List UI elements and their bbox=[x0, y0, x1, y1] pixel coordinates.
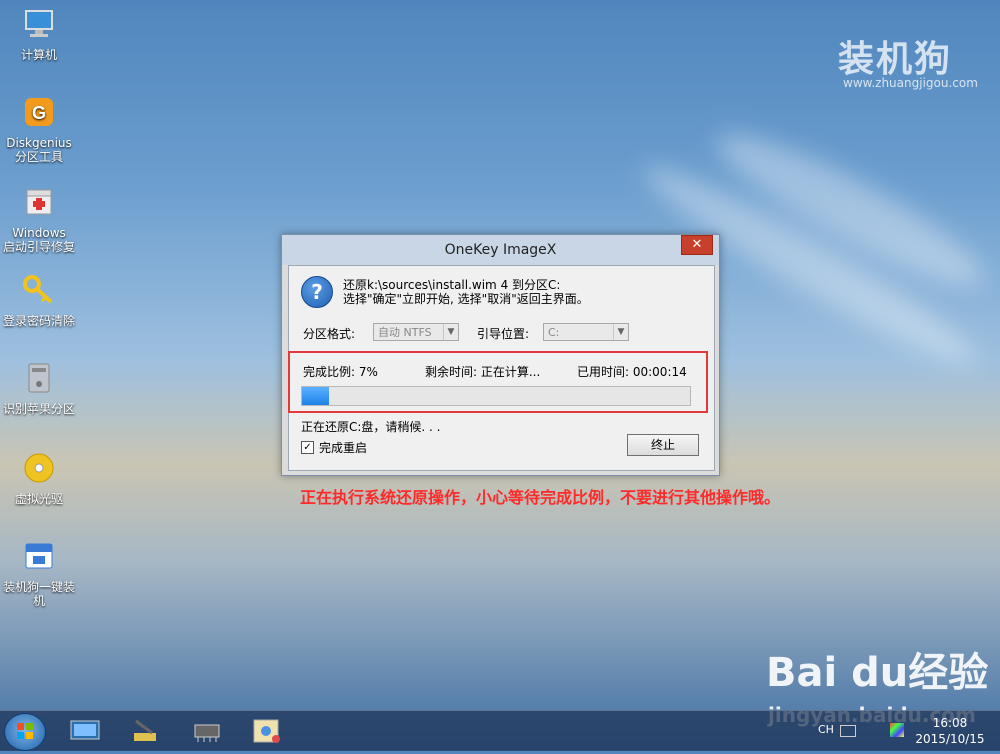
password-remove-key-icon bbox=[23, 275, 53, 304]
start-button[interactable] bbox=[4, 713, 46, 751]
desktop-icon-password-remove[interactable]: 登录密码清除 bbox=[0, 272, 78, 328]
language-indicator[interactable]: CH bbox=[818, 723, 834, 736]
desktop-icon-boot-repair[interactable]: Windows 启动引导修复 bbox=[0, 184, 78, 254]
chip-icon[interactable] bbox=[190, 717, 224, 745]
desktop-icon-diskgenius[interactable]: G Diskgenius 分区工具 bbox=[0, 94, 78, 164]
windows-boot-repair-icon bbox=[26, 189, 52, 215]
chevron-down-icon: ▼ bbox=[443, 324, 458, 340]
dialog-title: OneKey ImageX bbox=[444, 242, 557, 258]
clock-date: 2015/10/15 bbox=[915, 732, 985, 746]
diskgenius-icon: G bbox=[25, 98, 53, 126]
baidu-logo: Bai du经验 bbox=[766, 650, 989, 696]
windows-logo-icon bbox=[17, 723, 33, 739]
reboot-checkbox-row[interactable]: ✓ 完成重启 bbox=[301, 439, 367, 456]
message-line-1: 还原k:\sources\install.wim 4 到分区C: bbox=[343, 278, 561, 292]
desktop-icon-label: 虚拟光驱 bbox=[14, 492, 63, 506]
taskbar: CH 16:08 2015/10/15 bbox=[0, 710, 1000, 751]
paint-icon[interactable] bbox=[128, 717, 162, 745]
brand-watermark: 装机狗 bbox=[838, 39, 953, 80]
clock[interactable]: 16:08 2015/10/15 bbox=[910, 715, 990, 747]
boot-location-label: 引导位置: bbox=[477, 327, 530, 341]
brand-watermark-url: www.zhuangjigou.com bbox=[843, 76, 978, 90]
desktop-icon-label: Diskgenius 分区工具 bbox=[6, 136, 72, 164]
screen-icon[interactable] bbox=[68, 717, 102, 745]
color-display-icon[interactable] bbox=[890, 723, 904, 737]
status-text: 正在还原C:盘，请稍候. . . bbox=[301, 420, 441, 434]
desktop-icon-zhuangjigou[interactable]: 装机狗一键装 机 bbox=[0, 538, 78, 608]
desktop-icon-virtual-drive[interactable]: 虚拟光驱 bbox=[0, 450, 78, 506]
dialog-message: 还原k:\sources\install.wim 4 到分区C: 选择"确定"立… bbox=[343, 278, 589, 306]
map-tool-icon[interactable] bbox=[250, 717, 284, 745]
clock-time: 16:08 bbox=[932, 716, 968, 730]
boot-location-select[interactable]: C: ▼ bbox=[543, 323, 629, 341]
computer-icon bbox=[25, 10, 53, 37]
svg-text:G: G bbox=[32, 103, 46, 123]
desktop-icon-label: 装机狗一键装 机 bbox=[2, 580, 75, 608]
dialog-title-bar[interactable]: OneKey ImageX ✕ bbox=[282, 235, 719, 265]
zhuangjigou-install-icon bbox=[25, 543, 53, 569]
close-button[interactable]: ✕ bbox=[681, 235, 713, 255]
annotation-text: 正在执行系统还原操作，小心等待完成比例，不要进行其他操作哦。 bbox=[300, 488, 781, 507]
question-icon: ? bbox=[301, 276, 333, 308]
desktop-icon-label: 识别苹果分区 bbox=[2, 402, 75, 416]
apple-partition-icon bbox=[28, 363, 50, 393]
partition-format-select[interactable]: 自动 NTFS ▼ bbox=[373, 323, 459, 341]
stop-button[interactable]: 终止 bbox=[627, 434, 699, 456]
message-line-2: 选择"确定"立即开始, 选择"取消"返回主界面。 bbox=[343, 292, 589, 306]
reboot-checkbox[interactable]: ✓ bbox=[301, 441, 314, 454]
desktop-icon-computer[interactable]: 计算机 bbox=[0, 6, 78, 62]
chevron-down-icon: ▼ bbox=[613, 324, 628, 340]
boot-location-value: C: bbox=[548, 326, 560, 339]
desktop-icon-apple-partition[interactable]: 识别苹果分区 bbox=[0, 360, 78, 416]
progress-highlight-box bbox=[288, 351, 708, 413]
desktop-icon-label: 登录密码清除 bbox=[2, 314, 75, 328]
reboot-label: 完成重启 bbox=[319, 441, 368, 455]
partition-format-label: 分区格式: bbox=[303, 327, 356, 341]
virtual-drive-icon bbox=[24, 453, 54, 483]
partition-format-value: 自动 NTFS bbox=[378, 326, 432, 339]
keyboard-icon[interactable] bbox=[840, 725, 856, 737]
desktop-icon-label: Windows 启动引导修复 bbox=[2, 226, 75, 254]
desktop-icon-label: 计算机 bbox=[20, 48, 57, 62]
